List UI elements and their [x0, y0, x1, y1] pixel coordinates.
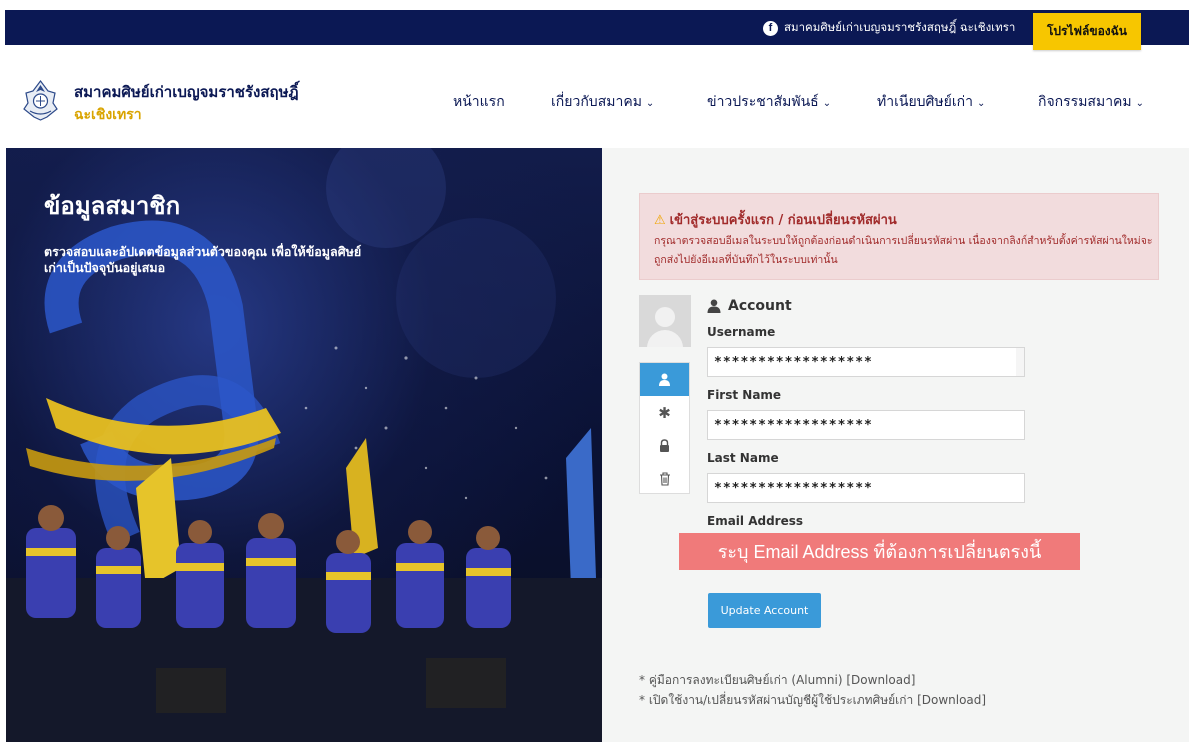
- user-icon: [707, 299, 721, 313]
- account-side-tabs: ✱: [639, 362, 690, 494]
- firstname-field[interactable]: ******************: [707, 410, 1025, 440]
- lastname-field[interactable]: ******************: [707, 473, 1025, 503]
- facebook-icon: f: [763, 20, 778, 36]
- chevron-down-icon: ⌄: [822, 98, 832, 109]
- page-subtitle: ตรวจสอบและอัปเดตข้อมูลส่วนตัวของคุณ เพื่…: [44, 244, 362, 275]
- hero-photo: [6, 148, 602, 742]
- account-title-text: Account: [728, 298, 792, 314]
- nav-activities[interactable]: กิจกรรมสมาคม ⌄: [1038, 91, 1144, 113]
- nav-about[interactable]: เกี่ยวกับสมาคม ⌄: [551, 91, 654, 113]
- alert-title-text: เข้าสู่ระบบครั้งแรก / ก่อนเปลี่ยนรหัสผ่า…: [669, 213, 897, 228]
- username-field[interactable]: ******************: [707, 347, 1025, 377]
- tab-password[interactable]: ✱: [640, 396, 689, 429]
- page-title: ข้อมูลสมาชิก: [44, 192, 181, 220]
- top-bar: f สมาคมศิษย์เก่าเบญจมราชรังสฤษฎิ์ ฉะเชิง…: [5, 10, 1189, 45]
- avatar-body: [647, 330, 683, 347]
- lastname-label: Last Name: [707, 451, 779, 465]
- username-label: Username: [707, 325, 776, 339]
- alert-body: กรุณาตรวจสอบอีเมลในระบบให้ถูกต้องก่อนดำเ…: [654, 235, 1153, 266]
- email-change-hint[interactable]: ระบุ Email Address ที่ต้องการเปลี่ยนตรงน…: [679, 533, 1080, 570]
- first-login-alert: ⚠ เข้าสู่ระบบครั้งแรก / ก่อนเปลี่ยนรหัสผ่…: [639, 193, 1159, 280]
- my-profile-button[interactable]: โปรไฟล์ของฉัน: [1033, 13, 1141, 50]
- chevron-down-icon: ⌄: [645, 98, 655, 109]
- trash-icon: [659, 471, 670, 486]
- avatar: [639, 295, 691, 347]
- alert-title: ⚠ เข้าสู่ระบบครั้งแรก / ก่อนเปลี่ยนรหัสผ่…: [654, 209, 897, 230]
- nav-label: ทำเนียบศิษย์เก่า: [877, 94, 973, 110]
- nav-label: หน้าแรก: [453, 94, 505, 110]
- brand-name[interactable]: สมาคมศิษย์เก่าเบญจมราชรังสฤษฎิ์: [74, 80, 299, 104]
- user-icon: [659, 373, 670, 386]
- nav-label: กิจกรรมสมาคม: [1038, 94, 1132, 110]
- account-section-title: Account: [707, 298, 792, 314]
- nav-label: เกี่ยวกับสมาคม: [551, 94, 642, 110]
- nav-home[interactable]: หน้าแรก: [453, 91, 505, 113]
- association-logo[interactable]: [22, 79, 59, 121]
- firstname-value: ******************: [714, 418, 873, 433]
- avatar-head: [655, 307, 675, 327]
- lastname-value: ******************: [714, 481, 873, 496]
- lock-icon: [660, 439, 669, 452]
- tab-security[interactable]: [640, 429, 689, 462]
- update-account-button[interactable]: Update Account: [708, 593, 821, 628]
- hero-banner: ข้อมูลสมาชิก ตรวจสอบและอัปเดตข้อมูลส่วนต…: [6, 148, 602, 742]
- password-guide-link[interactable]: * เปิดใช้งาน/เปลี่ยนรหัสผ่านบัญชีผู้ใช้ป…: [639, 691, 986, 710]
- nav-alumni-directory[interactable]: ทำเนียบศิษย์เก่า ⌄: [877, 91, 985, 113]
- asterisk-icon: ✱: [658, 403, 671, 422]
- alumni-guide-link[interactable]: * คู่มือการลงทะเบียนศิษย์เก่า (Alumni) […: [639, 671, 915, 690]
- chevron-down-icon: ⌄: [1135, 98, 1145, 109]
- tab-delete[interactable]: [640, 462, 689, 495]
- facebook-link[interactable]: f สมาคมศิษย์เก่าเบญจมราชรังสฤษฎิ์ ฉะเชิง…: [763, 19, 1015, 37]
- firstname-label: First Name: [707, 388, 782, 402]
- username-value: ******************: [714, 355, 873, 370]
- nav-news[interactable]: ข่าวประชาสัมพันธ์ ⌄: [707, 91, 831, 113]
- brand-location[interactable]: ฉะเชิงเทรา: [74, 104, 142, 126]
- facebook-link-text: สมาคมศิษย์เก่าเบญจมราชรังสฤษฎิ์ ฉะเชิงเท…: [784, 20, 1016, 34]
- chevron-down-icon: ⌄: [976, 98, 986, 109]
- tab-account[interactable]: [640, 363, 689, 396]
- email-label: Email Address: [707, 514, 804, 528]
- nav-label: ข่าวประชาสัมพันธ์: [707, 94, 819, 110]
- warning-icon: ⚠: [654, 213, 666, 228]
